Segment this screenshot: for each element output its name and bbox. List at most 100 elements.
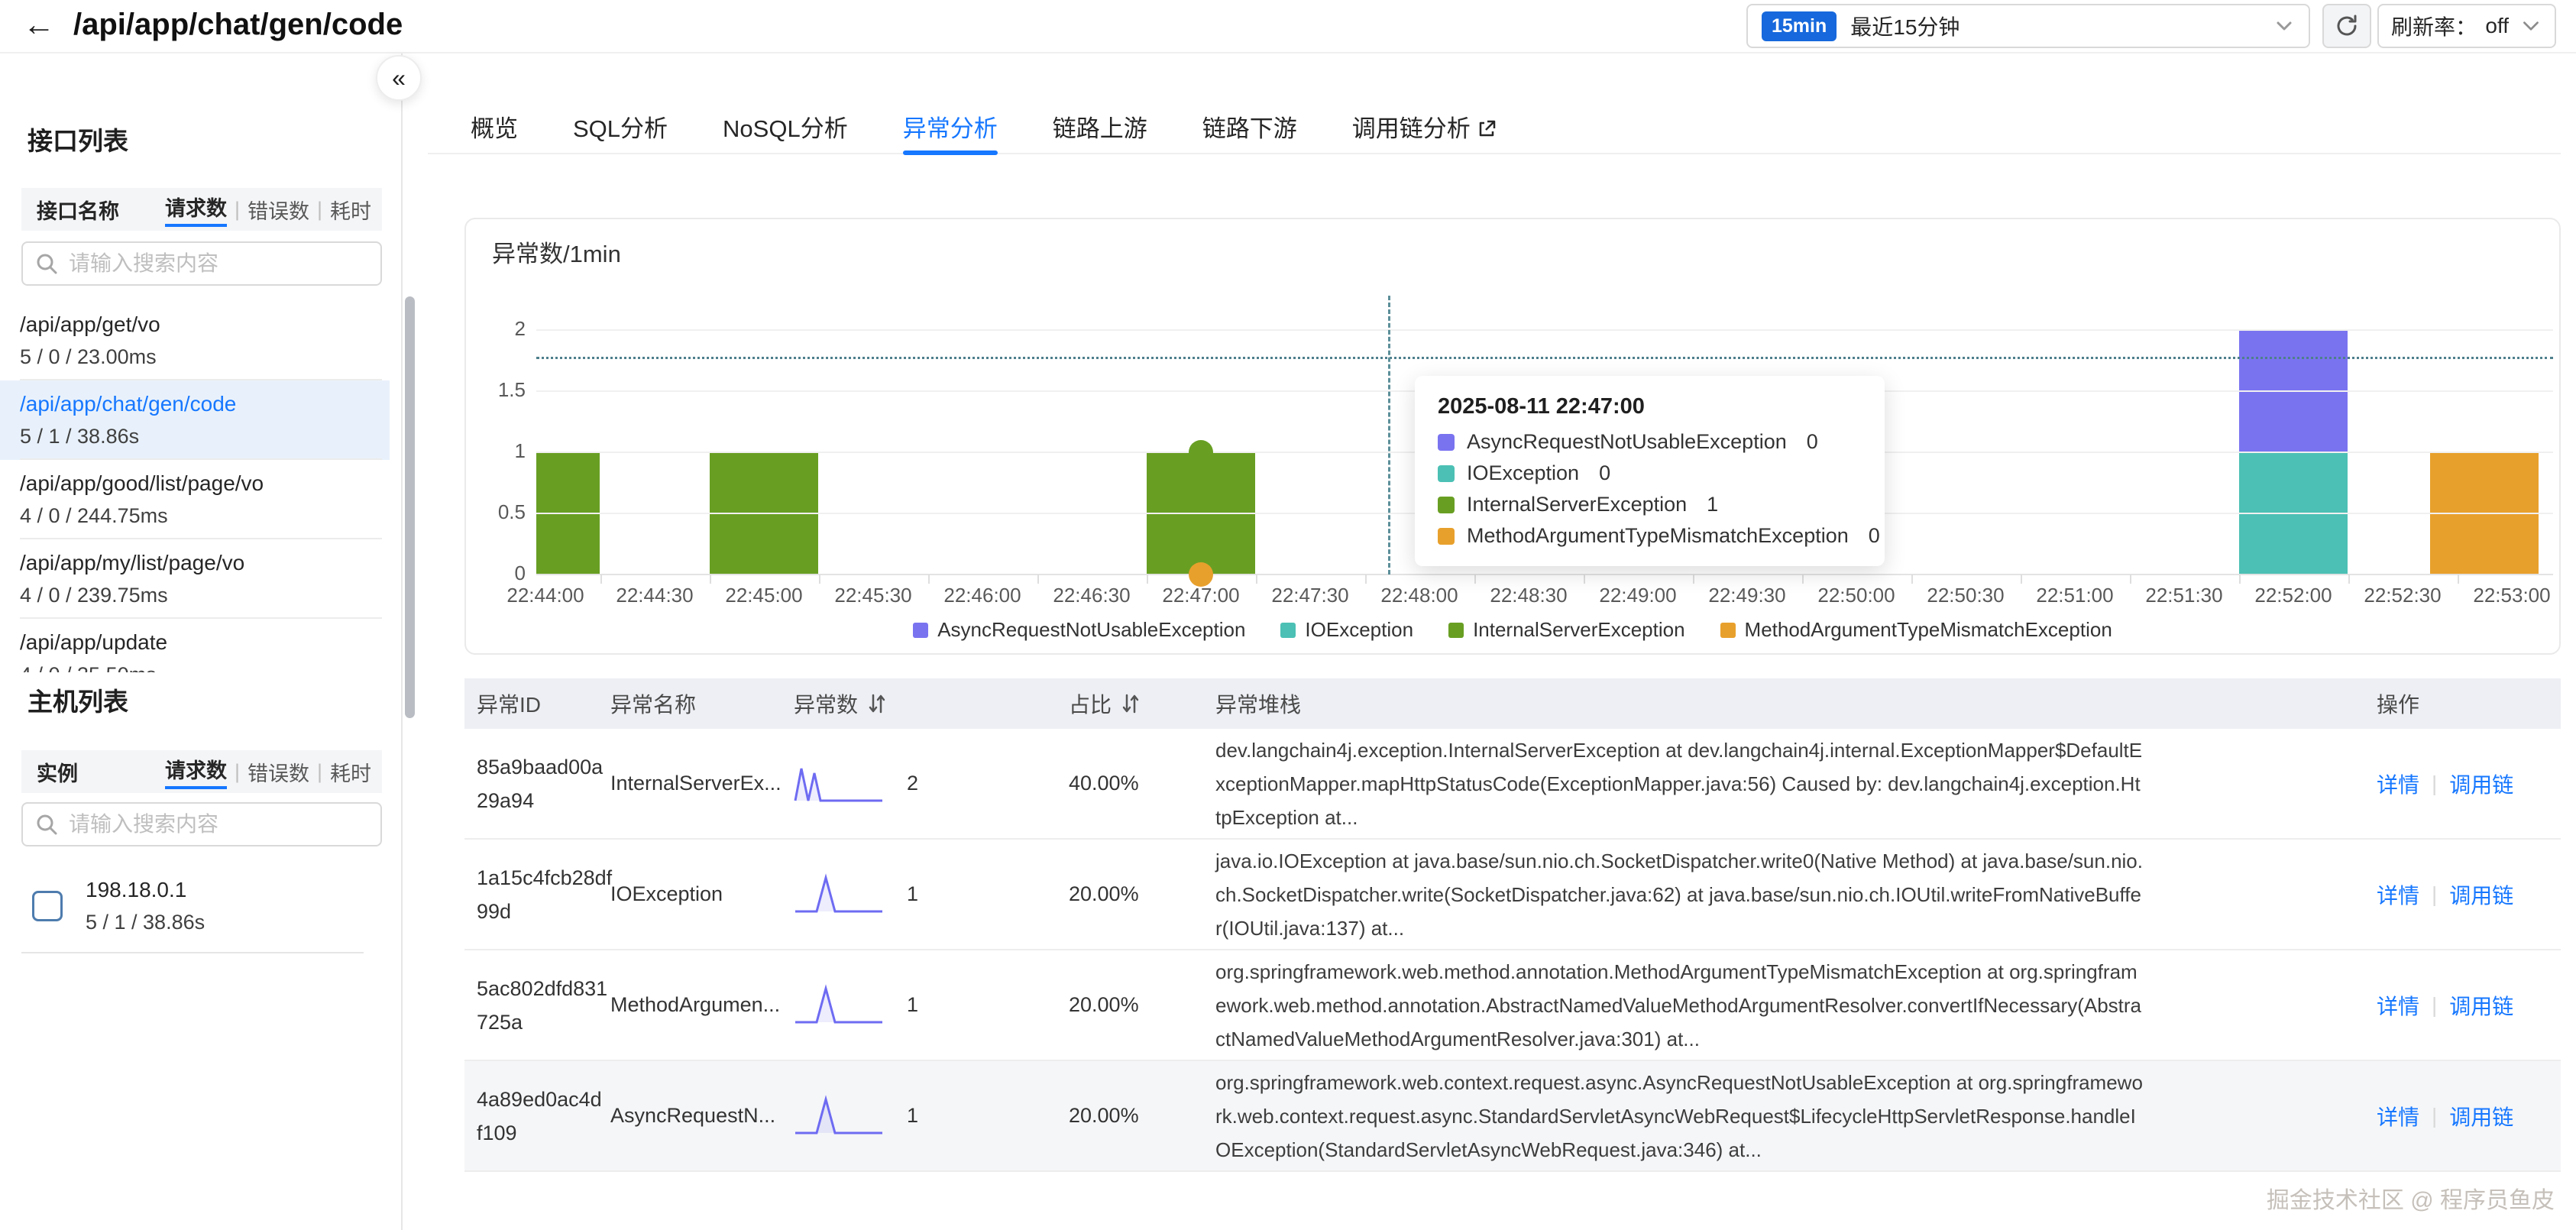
- page-title: /api/app/chat/gen/code: [73, 8, 403, 42]
- exception-stack-trace: org.springframework.web.context.request.…: [1215, 1066, 2144, 1167]
- x-axis-label: 22:49:30: [1690, 584, 1804, 607]
- list-divider: [21, 952, 364, 953]
- exception-trend-sparkline: [794, 873, 884, 916]
- host-search-input[interactable]: [69, 812, 351, 837]
- header-stack-trace: 异常堆栈: [1215, 688, 2377, 719]
- x-axis-tick: [1037, 575, 1039, 584]
- detail-link[interactable]: 详情: [2377, 1101, 2419, 1131]
- sort-icon[interactable]: [1121, 692, 1141, 715]
- api-list-title: 接口列表: [28, 121, 128, 157]
- refresh-button[interactable]: [2322, 4, 2371, 48]
- tab-exception-analysis[interactable]: 异常分析: [903, 105, 998, 154]
- api-search-input[interactable]: [69, 251, 351, 276]
- exception-table: 异常ID 异常名称 异常数 占比 异常堆栈 操作 85a9baad00a29a9…: [464, 678, 2561, 1172]
- trace-link[interactable]: 调用链: [2449, 879, 2513, 910]
- legend-item[interactable]: InternalServerException: [1448, 618, 1684, 642]
- x-axis-tick: [1474, 575, 1476, 584]
- legend-item[interactable]: MethodArgumentTypeMismatchException: [1720, 618, 2112, 642]
- tab-overview[interactable]: 概览: [471, 105, 518, 154]
- chart-legend: AsyncRequestNotUsableException IOExcepti…: [466, 618, 2559, 642]
- detail-link[interactable]: 详情: [2377, 769, 2419, 799]
- sort-separator: |: [235, 760, 240, 784]
- tab-sql-analysis[interactable]: SQL分析: [573, 105, 668, 154]
- exception-ratio: 20.00%: [1069, 882, 1215, 906]
- api-path: /api/app/chat/gen/code: [20, 388, 390, 420]
- exception-ratio: 20.00%: [1069, 993, 1215, 1017]
- tab-downstream[interactable]: 链路下游: [1202, 105, 1297, 154]
- exception-stack-trace: org.springframework.web.method.annotatio…: [1215, 955, 2144, 1056]
- sort-by-latency[interactable]: 耗时: [330, 195, 371, 225]
- x-axis-tick: [1584, 575, 1585, 584]
- chart-tooltip: 2025-08-11 22:47:00 AsyncRequestNotUsabl…: [1415, 376, 1885, 566]
- sidebar-collapse-button[interactable]: «: [376, 55, 422, 101]
- sort-by-requests[interactable]: 请求数: [165, 754, 227, 789]
- x-axis-label: 22:50:00: [1799, 584, 1914, 607]
- trace-link[interactable]: 调用链: [2449, 769, 2513, 799]
- api-list-item-selected[interactable]: /api/app/chat/gen/code 5 / 1 / 38.86s: [0, 380, 390, 460]
- table-row: 5ac802dfd831725a MethodArgumen... 1 20.0…: [464, 950, 2561, 1061]
- exception-name: MethodArgumen...: [610, 993, 794, 1017]
- exception-count: 1: [907, 993, 918, 1017]
- sort-by-latency[interactable]: 耗时: [330, 757, 371, 787]
- x-axis-tick: [819, 575, 820, 584]
- api-list-header: 接口名称 请求数 | 错误数 | 耗时: [21, 188, 382, 231]
- table-header-row: 异常ID 异常名称 异常数 占比 异常堆栈 操作: [464, 678, 2561, 729]
- tab-trace-analysis[interactable]: 调用链分析: [1352, 105, 1497, 154]
- time-range-select[interactable]: 15min 最近15分钟: [1746, 4, 2310, 48]
- sidebar: 接口列表 接口名称 请求数 | 错误数 | 耗时 /api/app/get/vo…: [0, 53, 403, 1230]
- tooltip-row: InternalServerException 1: [1438, 493, 1862, 516]
- back-arrow-icon[interactable]: ←: [23, 6, 55, 43]
- x-axis-label: 22:53:00: [2455, 584, 2569, 607]
- x-axis-label: 22:51:00: [2018, 584, 2132, 607]
- series-color-swatch: [1438, 434, 1455, 451]
- refresh-icon: [2333, 12, 2361, 40]
- trace-link[interactable]: 调用链: [2449, 1101, 2513, 1131]
- hover-dot-marker: [1189, 562, 1213, 587]
- host-column-label: 实例: [37, 757, 78, 787]
- sort-by-errors[interactable]: 错误数: [248, 757, 309, 787]
- api-stats: 5 / 1 / 38.86s: [20, 420, 390, 452]
- legend-label: InternalServerException: [1473, 618, 1684, 642]
- exception-count: 2: [907, 772, 918, 795]
- collapse-icon: «: [392, 64, 406, 92]
- exception-trend-sparkline: [794, 762, 884, 805]
- exception-chart-card: 异常数/1min 2025-08-11 22:47:00 AsyncReques…: [464, 218, 2561, 655]
- detail-link[interactable]: 详情: [2377, 990, 2419, 1021]
- trace-link[interactable]: 调用链: [2449, 990, 2513, 1021]
- api-list-item[interactable]: /api/app/good/list/page/vo 4 / 0 / 244.7…: [0, 460, 390, 539]
- legend-item[interactable]: AsyncRequestNotUsableException: [913, 618, 1245, 642]
- header-exception-count: 异常数: [794, 688, 858, 719]
- detail-link[interactable]: 详情: [2377, 879, 2419, 910]
- legend-label: IOException: [1305, 618, 1413, 642]
- legend-item[interactable]: IOException: [1280, 618, 1413, 642]
- y-axis-label: 1.5: [466, 378, 526, 402]
- api-list-item[interactable]: /api/app/get/vo 5 / 0 / 23.00ms: [0, 301, 390, 380]
- watermark: 掘金技术社区 @ 程序员鱼皮: [2267, 1181, 2555, 1215]
- sidebar-scrollbar[interactable]: [405, 296, 415, 718]
- action-separator: |: [2432, 772, 2437, 796]
- host-list-item[interactable]: 198.18.0.1 5 / 1 / 38.86s: [21, 862, 382, 950]
- sort-icon[interactable]: [867, 692, 887, 715]
- exception-name: InternalServerEx...: [610, 772, 794, 795]
- sort-by-errors[interactable]: 错误数: [248, 195, 309, 225]
- tooltip-row: MethodArgumentTypeMismatchException 0: [1438, 524, 1862, 548]
- host-search-box: [21, 802, 382, 846]
- x-axis-tick: [1693, 575, 1694, 584]
- host-checkbox[interactable]: [32, 891, 63, 921]
- x-axis-label: 22:50:30: [1908, 584, 2023, 607]
- x-axis-tick: [1147, 575, 1148, 584]
- api-path: /api/app/get/vo: [20, 309, 390, 341]
- x-axis-tick: [600, 575, 602, 584]
- x-axis-label: 22:45:30: [816, 584, 930, 607]
- api-list-item[interactable]: /api/app/update 4 / 0 / 35.50ms: [0, 619, 390, 672]
- x-axis-label: 22:45:00: [707, 584, 821, 607]
- refresh-rate-select[interactable]: 刷新率： off: [2377, 4, 2556, 48]
- api-list-item[interactable]: /api/app/my/list/page/vo 4 / 0 / 239.75m…: [0, 539, 390, 619]
- api-list: /api/app/get/vo 5 / 0 / 23.00ms /api/app…: [0, 301, 390, 672]
- tab-upstream[interactable]: 链路上游: [1053, 105, 1147, 154]
- sort-by-requests[interactable]: 请求数: [165, 192, 227, 227]
- tab-nosql-analysis[interactable]: NoSQL分析: [723, 105, 848, 154]
- sort-separator: |: [235, 198, 240, 222]
- x-axis-label: 22:44:30: [597, 584, 712, 607]
- time-range-badge: 15min: [1762, 11, 1837, 41]
